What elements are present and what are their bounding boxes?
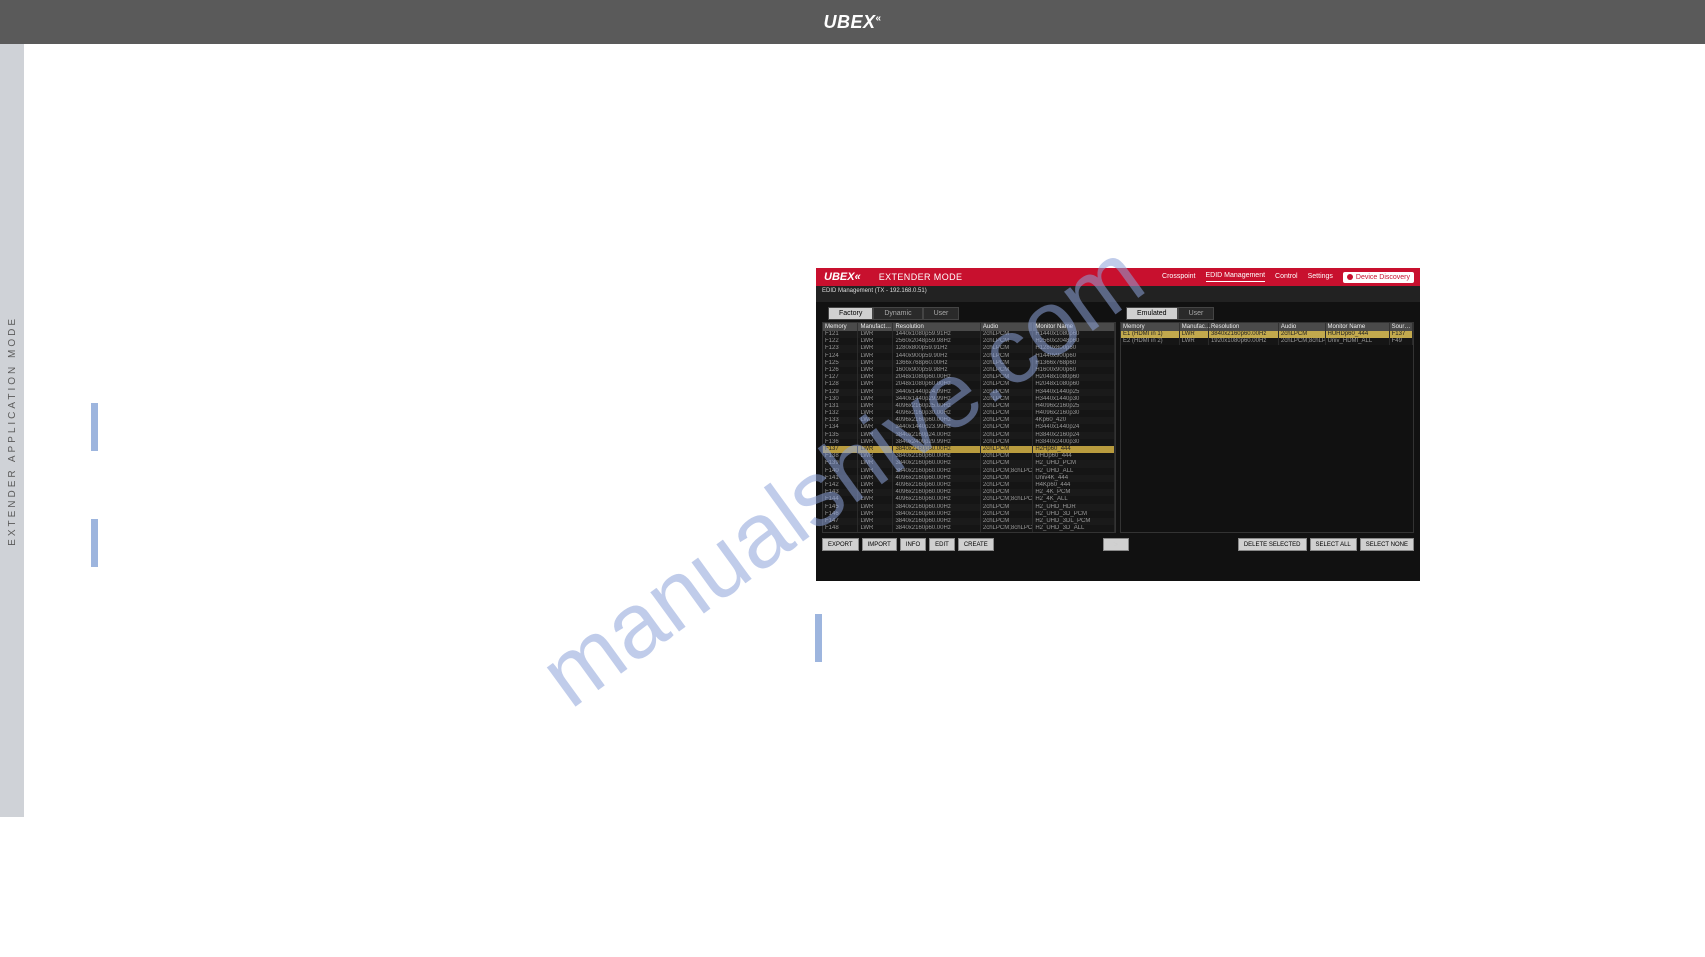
table-row[interactable]: F138LWR3840x2160p60.00Hz2chLPCMUHDp60_44… xyxy=(823,453,1115,460)
col-header[interactable]: Manufact… xyxy=(858,323,893,331)
table-row[interactable]: F128LWR2048x1080p60.00Hz2chLPCMH2048x108… xyxy=(823,381,1115,388)
left-table[interactable]: MemoryManufact…ResolutionAudioMonitor Na… xyxy=(822,322,1116,533)
left-rail-label: EXTENDER APPLICATION MODE xyxy=(7,316,18,546)
edid-titlebar: UBEX« EXTENDER MODE Crosspoint EDID Manag… xyxy=(816,268,1420,286)
table-row[interactable]: F144LWR4096x2160p60.00Hz2chLPCM;8chLPCM;… xyxy=(823,496,1115,503)
table-row[interactable]: F131LWR4096x2160p25.00Hz2chLPCMH4096x216… xyxy=(823,403,1115,410)
table-row[interactable]: F124LWR1440x900p59.90Hz2chLPCMH1440x900p… xyxy=(823,353,1115,360)
table-row[interactable]: F140LWR3840x2160p60.00Hz2chLPCM;8chLPCM;… xyxy=(823,468,1115,475)
table-row[interactable]: F145LWR3840x2160p60.00Hz2chLPCMH2_UHD_HD… xyxy=(823,504,1115,511)
table-row[interactable]: F141LWR4096x2160p60.00Hz2chLPCMUniv4K_44… xyxy=(823,475,1115,482)
table-row[interactable]: F123LWR1280x800p59.91Hz2chLPCMH1280x800p… xyxy=(823,345,1115,352)
table-row[interactable]: F136LWR3840x2400p29.99Hz2chLPCMH3840x240… xyxy=(823,439,1115,446)
table-row[interactable]: F134LWR3440x1440p23.99Hz2chLPCMH3440x144… xyxy=(823,424,1115,431)
select-none-button[interactable]: SELECT NONE xyxy=(1360,538,1414,551)
left-tabs: FactoryDynamicUser xyxy=(828,307,1116,320)
col-header[interactable]: Resolution xyxy=(893,323,980,331)
col-header[interactable]: Audio xyxy=(1278,323,1325,331)
import-button[interactable]: IMPORT xyxy=(862,538,897,551)
edid-subtitle: EDID Management (TX - 192.168.0.51) xyxy=(816,286,1420,302)
table-row[interactable]: F129LWR3440x1440p24.99Hz2chLPCMH3440x144… xyxy=(823,389,1115,396)
edid-nav: Crosspoint EDID Management Control Settings… xyxy=(1162,272,1414,283)
brand-logo: UBEX« xyxy=(823,12,881,33)
edit-button[interactable]: EDIT xyxy=(929,538,955,551)
table-row[interactable]: F125LWR1366x768p60.00Hz2chLPCMH1366x768p… xyxy=(823,360,1115,367)
device-discovery-button[interactable]: Device Discovery xyxy=(1343,272,1414,283)
col-header[interactable]: Manufac… xyxy=(1179,323,1208,331)
left-rail: EXTENDER APPLICATION MODE xyxy=(0,44,24,817)
table-row[interactable]: F135LWR3840x2160p24.00Hz2chLPCMH3840x216… xyxy=(823,432,1115,439)
tab[interactable]: Emulated xyxy=(1126,307,1178,320)
tab[interactable]: Factory xyxy=(828,307,873,320)
table-row[interactable]: F148LWR3840x2160p60.00Hz2chLPCM;8chLPCM;… xyxy=(823,525,1115,532)
tab[interactable]: User xyxy=(923,307,960,320)
table-row[interactable]: F146LWR3840x2160p60.00Hz2chLPCMH2_UHD_3D… xyxy=(823,511,1115,518)
col-header[interactable]: Resolution xyxy=(1208,323,1278,331)
table-row[interactable]: F130LWR3440x1440p29.99Hz2chLPCMH3440x144… xyxy=(823,396,1115,403)
table-row[interactable]: F132LWR4096x2160p30.00Hz2chLPCMH4096x216… xyxy=(823,410,1115,417)
left-buttons: EXPORTIMPORTINFOEDITCREATE xyxy=(822,538,994,551)
edid-window: UBEX« EXTENDER MODE Crosspoint EDID Manag… xyxy=(816,268,1420,581)
top-bar: UBEX« xyxy=(0,0,1705,44)
nav-item[interactable]: Settings xyxy=(1308,273,1333,282)
table-row[interactable]: F147LWR3840x2160p60.00Hz2chLPCMH2_UHD_3D… xyxy=(823,518,1115,525)
tab[interactable]: Dynamic xyxy=(873,307,922,320)
col-header[interactable]: Sour… xyxy=(1389,323,1412,331)
delete-selected-button[interactable]: DELETE SELECTED xyxy=(1238,538,1307,551)
col-header[interactable]: Memory xyxy=(823,323,858,331)
transfer-button[interactable]: > xyxy=(1103,538,1129,551)
col-header[interactable]: Monitor Name xyxy=(1325,323,1389,331)
col-header[interactable]: Monitor Name xyxy=(1033,323,1115,331)
edid-mode: EXTENDER MODE xyxy=(879,272,963,282)
table-row[interactable]: F143LWR4096x2160p60.00Hz2chLPCMH2_4K_PCM xyxy=(823,489,1115,496)
right-table[interactable]: MemoryManufac…ResolutionAudioMonitor Nam… xyxy=(1120,322,1414,533)
table-row[interactable]: F137LWR3840x2160p60.00Hz2chLPCMH2Hp60_44… xyxy=(823,446,1115,453)
table-row[interactable]: E2 (HDMI in 2)LWR1920x1080p60.00Hz2chLPC… xyxy=(1121,338,1413,345)
right-tabs: EmulatedUser xyxy=(1126,307,1414,320)
table-row[interactable]: F122LWR2560x2048p59.98Hz2chLPCMH2560x204… xyxy=(823,338,1115,345)
table-row[interactable]: F127LWR2048x1080p60.00Hz2chLPCMH2048x108… xyxy=(823,374,1115,381)
table-row[interactable]: F142LWR4096x2160p60.00Hz2chLPCMH4Kp60_44… xyxy=(823,482,1115,489)
tab[interactable]: User xyxy=(1178,307,1215,320)
info-button[interactable]: INFO xyxy=(900,538,926,551)
accent-bar xyxy=(91,403,98,451)
table-row[interactable]: F126LWR1600x900p59.98Hz2chLPCMH1600x900p… xyxy=(823,367,1115,374)
table-row[interactable]: F139LWR3840x2160p60.00Hz2chLPCMH2_UHD_PC… xyxy=(823,460,1115,467)
edid-logo: UBEX« xyxy=(824,271,861,283)
table-row[interactable]: F121LWR1440x1080p59.91Hz2chLPCMH1440x108… xyxy=(823,331,1115,338)
create-button[interactable]: CREATE xyxy=(958,538,994,551)
col-header[interactable]: Memory xyxy=(1121,323,1179,331)
accent-bar xyxy=(815,614,822,662)
export-button[interactable]: EXPORT xyxy=(822,538,859,551)
col-header[interactable]: Audio xyxy=(980,323,1032,331)
table-row[interactable]: F133LWR4096x2160p60.00Hz2chLPCM4Kp60_420 xyxy=(823,417,1115,424)
nav-item[interactable]: EDID Management xyxy=(1206,272,1266,282)
select-all-button[interactable]: SELECT ALL xyxy=(1310,538,1357,551)
table-row[interactable]: E1 (HDMI in 1)LWR3840x2160p60.00Hz2chLPC… xyxy=(1121,331,1413,338)
nav-item[interactable]: Crosspoint xyxy=(1162,273,1195,282)
right-buttons: DELETE SELECTEDSELECT ALLSELECT NONE xyxy=(1238,538,1414,551)
nav-item[interactable]: Control xyxy=(1275,273,1298,282)
accent-bar xyxy=(91,519,98,567)
